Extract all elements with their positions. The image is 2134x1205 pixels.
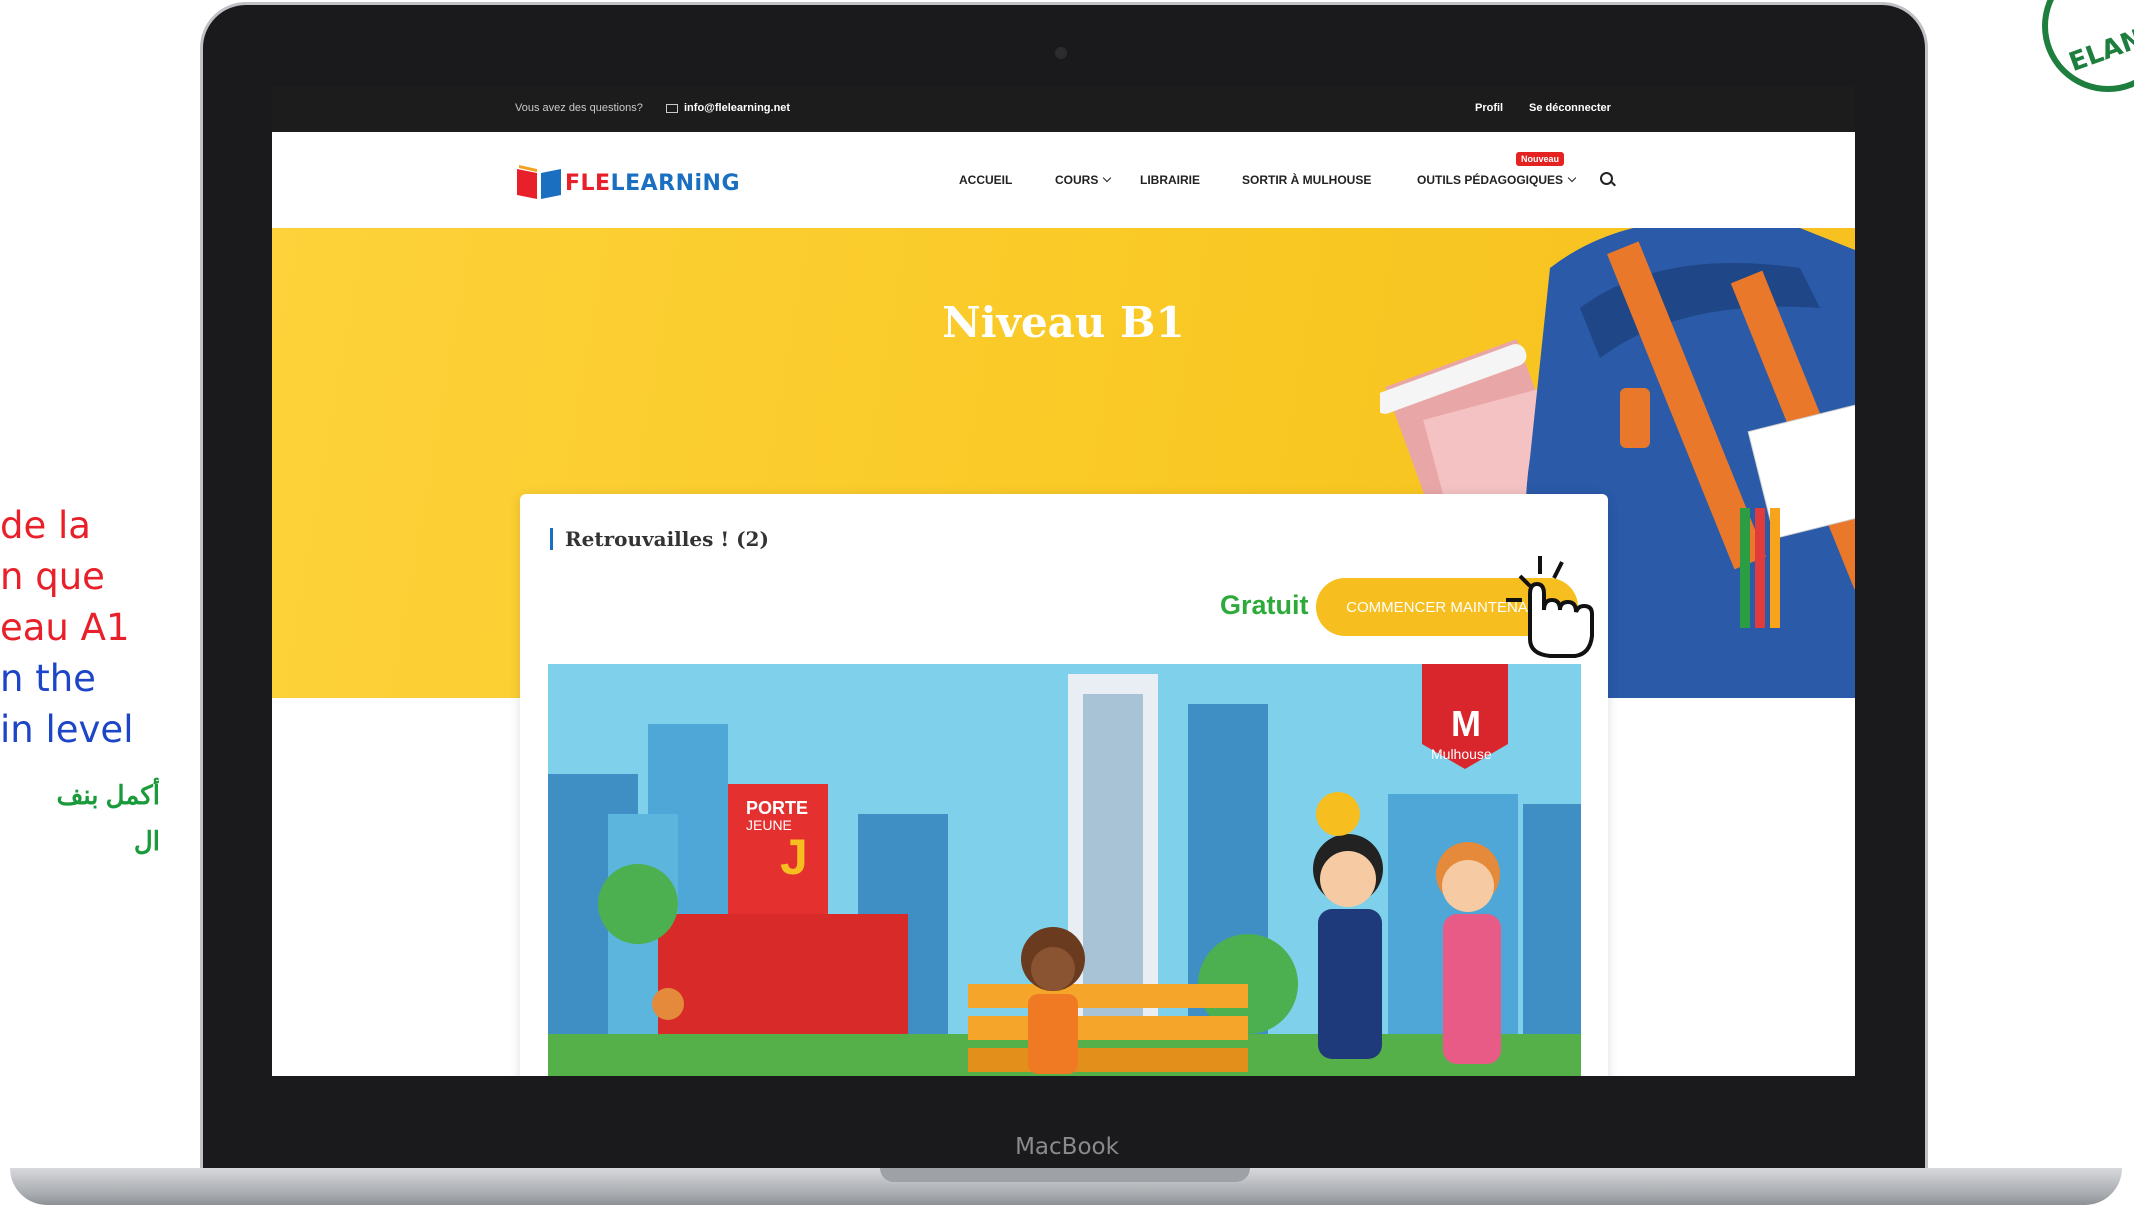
nav-accueil[interactable]: ACCUEIL xyxy=(959,173,1012,187)
browser-screen: Vous avez des questions? info@flelearnin… xyxy=(272,86,1855,1076)
mulhouse-logo-label: Mulhouse xyxy=(1431,746,1492,762)
top-bar: Vous avez des questions? info@flelearnin… xyxy=(272,86,1855,132)
logo-wordmark: FLELEARNiNG xyxy=(565,171,740,196)
nav-outils-label: OUTILS PÉDAGOGIQUES xyxy=(1417,173,1564,187)
hand-pointer-icon xyxy=(1506,556,1594,658)
caption-english-line-2: in level xyxy=(0,708,134,751)
building-sign-1: PORTE xyxy=(746,798,808,818)
corner-logo-text: ELAN xyxy=(2065,23,2134,79)
building-letter: J xyxy=(780,829,808,885)
book-logo-icon xyxy=(517,165,561,199)
search-icon[interactable] xyxy=(1600,172,1613,185)
questions-text: Vous avez des questions? xyxy=(515,102,643,114)
main-navbar: FLELEARNiNG ACCUEIL COURS LIBRAIRIE SORT… xyxy=(272,132,1855,228)
nav-outils[interactable]: OUTILS PÉDAGOGIQUES xyxy=(1417,173,1577,187)
laptop-brand-label: MacBook xyxy=(1015,1134,1119,1160)
mail-icon xyxy=(666,103,678,113)
new-badge: Nouveau xyxy=(1516,152,1565,166)
corner-logo: ELAN xyxy=(2042,0,2134,92)
caption-french-line-2: n que xyxy=(0,555,105,598)
nav-sortir[interactable]: SORTIR À MULHOUSE xyxy=(1242,173,1371,187)
logo-rest: LEARNiNG xyxy=(610,171,741,196)
caption-arabic-line-2: ال xyxy=(133,826,160,856)
course-title[interactable]: Retrouvailles ! (2) xyxy=(550,528,769,550)
email-link[interactable]: info@flelearning.net xyxy=(666,102,790,114)
profile-link[interactable]: Profil xyxy=(1475,102,1503,114)
course-card: Retrouvailles ! (2) Gratuit COMMENCER MA… xyxy=(520,494,1608,1076)
nav-cours-label: COURS xyxy=(1055,173,1099,187)
mulhouse-logo-letter: M xyxy=(1451,703,1481,744)
course-illustration: PORTE JEUNE J M Mulhouse xyxy=(548,664,1581,1076)
price-label: Gratuit xyxy=(1220,590,1309,620)
caption-french-line-3: eau A1 xyxy=(0,606,130,649)
email-text: info@flelearning.net xyxy=(684,102,791,114)
site-logo[interactable]: FLELEARNiNG xyxy=(515,159,740,203)
chevron-down-icon xyxy=(1103,173,1112,183)
chevron-down-icon xyxy=(1567,173,1577,183)
laptop-notch xyxy=(880,1168,1250,1182)
caption-english-line-1: n the xyxy=(0,657,96,700)
nav-librairie[interactable]: LIBRAIRIE xyxy=(1140,173,1200,187)
camera-icon xyxy=(1055,47,1067,59)
nav-cours[interactable]: COURS xyxy=(1055,173,1112,187)
logout-link[interactable]: Se déconnecter xyxy=(1529,102,1611,114)
caption-french-line-1: de la xyxy=(0,504,91,547)
side-caption: de la n que eau A1 n the in level أكمل ب… xyxy=(0,500,160,867)
logo-fle: FLE xyxy=(565,171,611,196)
caption-arabic-line-1: أكمل بنف xyxy=(56,780,160,810)
